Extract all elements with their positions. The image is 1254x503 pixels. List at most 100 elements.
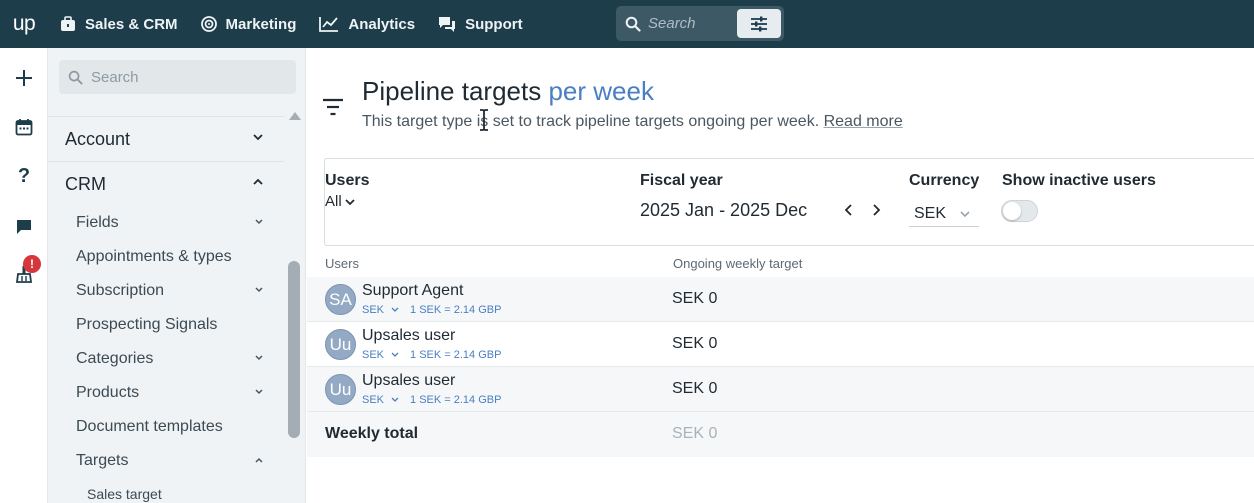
sidebar-item-targets[interactable]: Targets	[48, 444, 284, 478]
exchange-rate: 1 SEK = 2.14 GBP	[410, 349, 502, 361]
table-header: Users Ongoing weekly target	[325, 255, 1254, 277]
search-icon	[59, 70, 91, 85]
sidebar-item-categories[interactable]: Categories	[48, 342, 284, 376]
user-currency-dropdown[interactable]: SEK 1 SEK = 2.14 GBP	[362, 304, 501, 316]
sidebar-item-label: Prospecting Signals	[76, 316, 218, 333]
sidebar-item-subscription[interactable]: Subscription	[48, 274, 284, 308]
sidebar-item-label: Categories	[76, 350, 154, 367]
help-icon: ?	[18, 165, 30, 187]
currency-label: Currency	[909, 172, 980, 189]
weekly-target-value[interactable]: SEK 0	[672, 290, 717, 308]
svg-text:?: ?	[18, 165, 30, 187]
sidebar-search[interactable]	[59, 60, 296, 94]
page-title: Pipeline targets per week	[362, 76, 654, 107]
sidebar-item-label: Targets	[76, 452, 129, 469]
scroll-up-arrow-icon[interactable]	[288, 110, 302, 122]
page-description: This target type is set to track pipelin…	[362, 113, 903, 131]
sidebar-item-prospecting-signals[interactable]: Prospecting Signals	[48, 308, 284, 342]
weekly-total-value: SEK 0	[672, 425, 718, 442]
sidebar-item-products[interactable]: Products	[48, 376, 284, 410]
weekly-target-value[interactable]: SEK 0	[672, 380, 717, 398]
table-row: Uu Upsales user SEK 1 SEK = 2.14 GBP SEK…	[307, 367, 1254, 412]
chevron-down-icon	[345, 198, 355, 205]
show-inactive-label: Show inactive users	[1002, 172, 1156, 189]
previous-year-button[interactable]	[843, 203, 855, 217]
main-content: Pipeline targets per week This target ty…	[307, 48, 1254, 503]
sidebar-item-label: Subscription	[76, 282, 165, 299]
user-currency: SEK	[362, 304, 385, 316]
nav-analytics[interactable]: Analytics	[307, 0, 426, 48]
target-icon	[200, 16, 217, 32]
sidebar-section-crm[interactable]: CRM	[48, 161, 284, 206]
user-name: Upsales user	[362, 327, 456, 344]
chat-icon	[17, 220, 31, 234]
user-currency-dropdown[interactable]: SEK 1 SEK = 2.14 GBP	[362, 349, 501, 361]
chevron-down-icon	[960, 211, 970, 218]
sidebar-item-appointments[interactable]: Appointments & types	[48, 240, 284, 274]
app-logo[interactable]: up	[0, 0, 48, 48]
sidebar-item-label: Products	[76, 384, 140, 401]
funnel-lines-icon	[323, 98, 343, 116]
nav-support[interactable]: Support	[426, 0, 534, 48]
calendar-icon	[15, 119, 33, 136]
nav-sales-crm[interactable]: Sales & CRM	[48, 0, 189, 48]
avatar: Uu	[325, 329, 356, 360]
chevron-down-icon	[253, 134, 263, 141]
read-more-link[interactable]: Read more	[824, 113, 903, 130]
sidebar-section-label: Account	[65, 128, 131, 149]
user-name: Upsales user	[362, 372, 456, 389]
weekly-target-value[interactable]: SEK 0	[672, 335, 717, 353]
alert-badge: !	[23, 255, 41, 273]
sidebar-section-account[interactable]: Account	[48, 116, 284, 161]
settings-sidebar: Account CRM Fields Appointments & types …	[48, 48, 306, 503]
avatar: Uu	[325, 374, 356, 405]
users-filter-dropdown[interactable]: All	[325, 193, 356, 210]
chevron-up-icon	[253, 178, 263, 185]
sidebar-item-document-templates[interactable]: Document templates	[48, 410, 284, 444]
search-filter-button[interactable]	[737, 9, 781, 38]
targets-table: SA Support Agent SEK 1 SEK = 2.14 GBP SE…	[307, 277, 1254, 457]
sidebar-item-label: Document templates	[76, 418, 223, 435]
create-button[interactable]	[0, 68, 48, 88]
global-search-input[interactable]	[648, 15, 736, 32]
user-currency: SEK	[362, 394, 385, 406]
next-year-button[interactable]	[870, 203, 882, 217]
user-name: Support Agent	[362, 282, 464, 299]
calendar-button[interactable]	[0, 118, 48, 136]
user-currency-dropdown[interactable]: SEK 1 SEK = 2.14 GBP	[362, 394, 501, 406]
currency-select-value: SEK	[914, 204, 947, 222]
chevron-down-icon	[391, 397, 399, 402]
sidebar-scrollbar-thumb[interactable]	[288, 261, 300, 438]
fiscal-year-label: Fiscal year	[640, 172, 723, 189]
search-icon	[618, 16, 648, 32]
filter-panel: Users All Fiscal year 2025 Jan - 2025 De…	[324, 158, 1254, 246]
avatar: SA	[325, 284, 356, 315]
sidebar-item-sales-target[interactable]: Sales target	[48, 478, 284, 503]
chevron-down-icon	[255, 355, 263, 361]
sidebar-item-fields[interactable]: Fields	[48, 206, 284, 240]
users-filter-label: Users	[325, 172, 370, 189]
nav-analytics-label: Analytics	[348, 15, 416, 33]
exchange-rate: 1 SEK = 2.14 GBP	[410, 394, 502, 406]
help-button[interactable]: ?	[0, 165, 48, 187]
page-title-main: Pipeline targets	[362, 76, 542, 106]
plus-icon	[16, 70, 32, 86]
chat-button[interactable]	[0, 218, 48, 236]
sliders-icon	[751, 16, 767, 31]
sidebar-section-label: CRM	[65, 173, 106, 194]
chevron-down-icon	[255, 287, 263, 293]
column-header-users: Users	[325, 256, 359, 271]
show-inactive-toggle[interactable]	[1001, 200, 1038, 222]
weekly-total-label: Weekly total	[325, 425, 419, 442]
page-title-accent: per week	[548, 76, 654, 106]
global-search[interactable]	[616, 6, 784, 41]
line-chart-icon	[319, 17, 339, 32]
nav-sales-crm-label: Sales & CRM	[85, 15, 178, 33]
sidebar-search-input[interactable]	[91, 68, 271, 86]
currency-select[interactable]: SEK	[909, 201, 979, 227]
sidebar-item-label: Sales target	[87, 486, 162, 502]
chevron-down-icon	[391, 307, 399, 312]
page-description-text: This target type is set to track pipelin…	[362, 113, 820, 130]
nav-marketing[interactable]: Marketing	[189, 0, 308, 48]
exchange-rate: 1 SEK = 2.14 GBP	[410, 304, 502, 316]
